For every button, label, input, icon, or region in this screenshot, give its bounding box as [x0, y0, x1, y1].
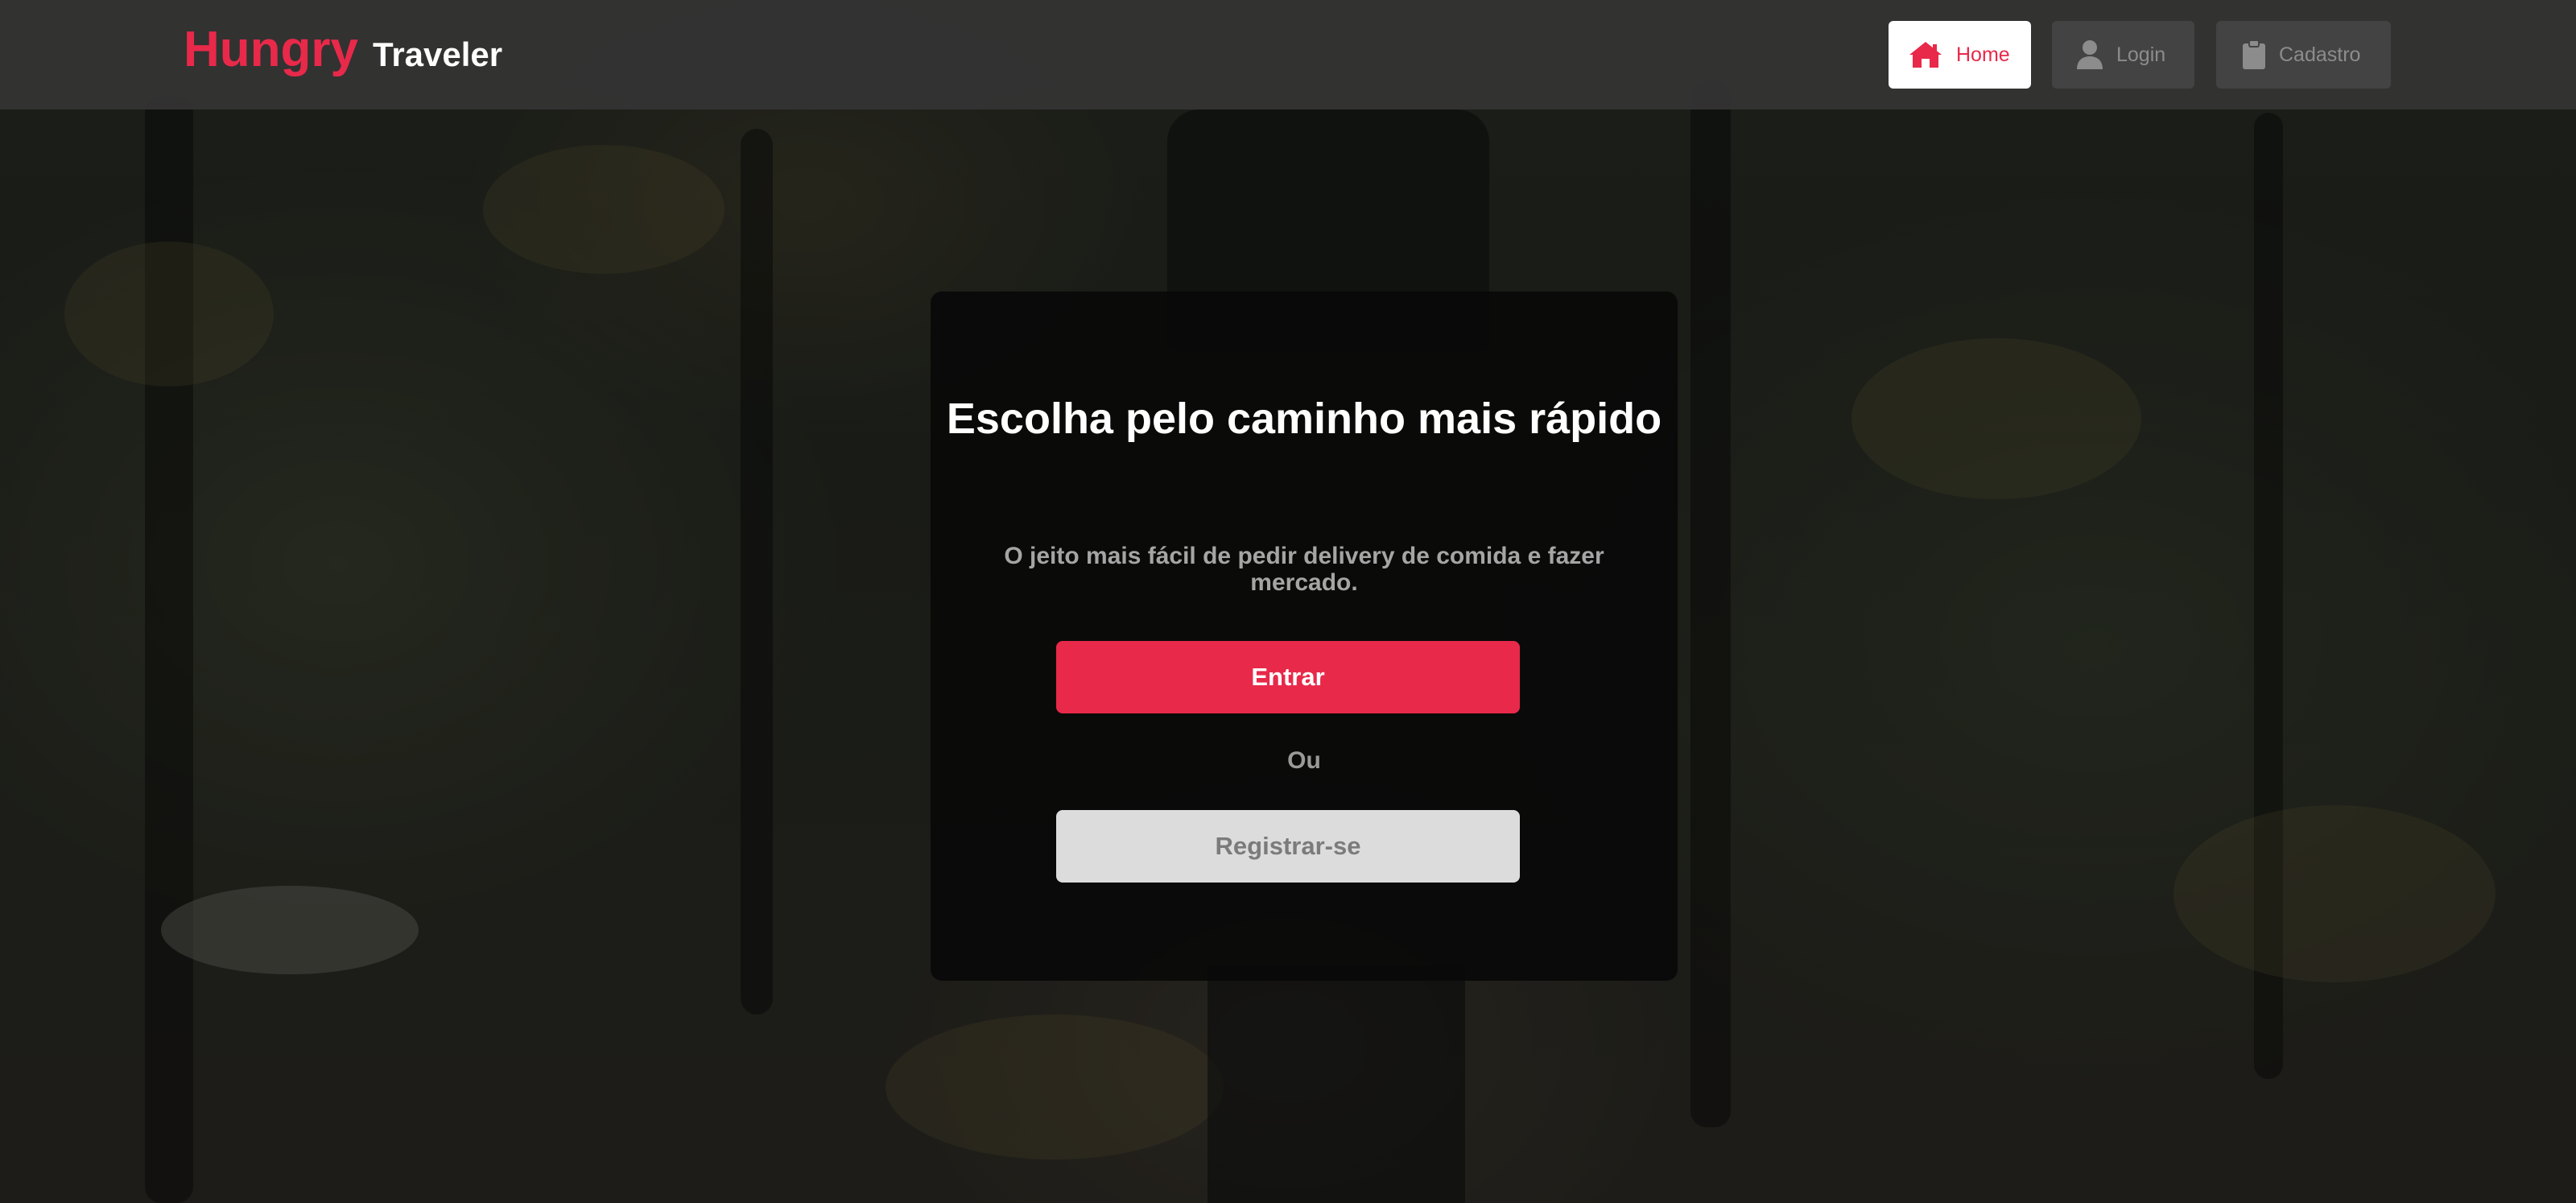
nav-login-button[interactable]: Login: [2052, 21, 2194, 89]
register-button[interactable]: Registrar-se: [1056, 810, 1520, 883]
brand-logo[interactable]: Hungry Traveler: [184, 21, 502, 85]
hero-subtitle: O jeito mais fácil de pedir delivery de …: [1004, 543, 1604, 596]
nav-login-label: Login: [2116, 43, 2166, 66]
brand-primary: Hungry: [184, 22, 358, 77]
welcome-card: Escolha pelo caminho mais rápido O jeito…: [931, 291, 1678, 981]
nav-signup-label: Cadastro: [2279, 43, 2361, 66]
enter-button[interactable]: Entrar: [1056, 641, 1520, 713]
nav-home-button[interactable]: Home: [1889, 21, 2031, 89]
or-separator: Ou: [1287, 747, 1321, 774]
nav-home-label: Home: [1956, 43, 2010, 66]
clipboard-icon: [2242, 39, 2266, 70]
nav-signup-button[interactable]: Cadastro: [2216, 21, 2391, 89]
user-icon: [2076, 39, 2103, 70]
home-icon: [1908, 40, 1943, 69]
top-navbar: Hungry Traveler Home Login Cadastro: [0, 0, 2576, 110]
brand-secondary: Traveler: [373, 35, 503, 73]
hero-title: Escolha pelo caminho mais rápido: [946, 395, 1662, 443]
